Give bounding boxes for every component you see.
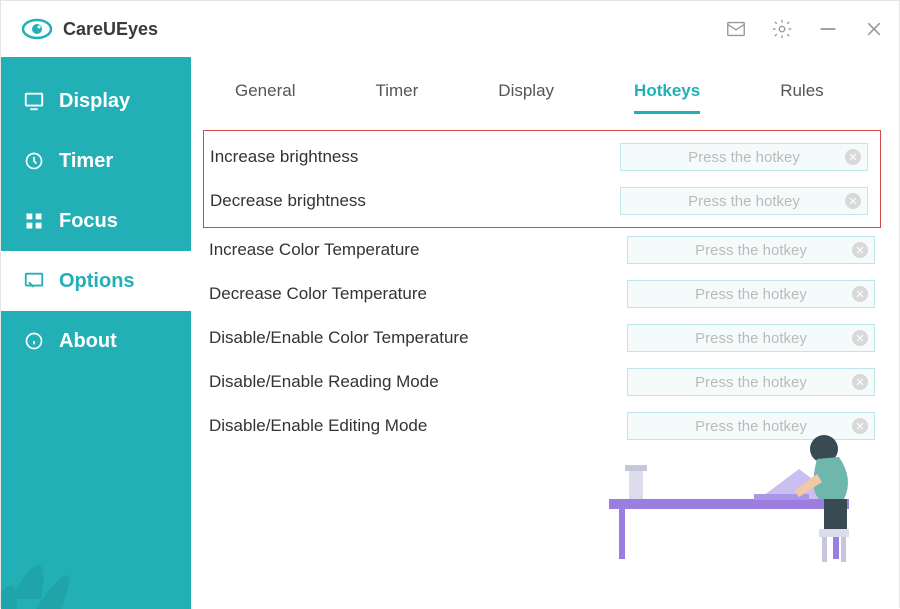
sidebar-item-label: Timer [59, 150, 113, 173]
hotkey-label: Disable/Enable Reading Mode [209, 372, 439, 392]
clear-hotkey-icon[interactable]: ✕ [845, 193, 861, 209]
hotkey-row: Decrease Color Temperature ✕ [191, 272, 899, 316]
sidebar-item-label: About [59, 330, 117, 353]
sidebar-item-options[interactable]: Options [1, 251, 191, 311]
sidebar: Display Timer Focus Options About [1, 57, 191, 609]
focus-icon [23, 210, 45, 232]
sidebar-item-label: Options [59, 270, 135, 293]
app-title: CareUEyes [63, 19, 158, 40]
hotkey-label: Decrease brightness [210, 191, 366, 211]
content-area: General Timer Display Hotkeys Rules Incr… [191, 57, 899, 609]
leaves-decoration-icon [1, 459, 151, 609]
hotkey-input[interactable] [628, 374, 874, 391]
minimize-button[interactable] [817, 18, 839, 40]
clear-hotkey-icon[interactable]: ✕ [852, 286, 868, 302]
tab-rules[interactable]: Rules [780, 81, 823, 114]
tab-timer[interactable]: Timer [375, 81, 418, 114]
hotkey-label: Increase Color Temperature [209, 240, 419, 260]
hotkey-input[interactable] [628, 242, 874, 259]
person-desk-illustration-icon [599, 399, 879, 579]
timer-icon [23, 150, 45, 172]
hotkey-row: Decrease brightness ✕ [204, 179, 874, 223]
hotkey-label: Disable/Enable Color Temperature [209, 328, 469, 348]
hotkey-label: Decrease Color Temperature [209, 284, 427, 304]
hotkey-input[interactable] [628, 330, 874, 347]
hotkey-input[interactable] [621, 193, 867, 210]
settings-icon[interactable] [771, 18, 793, 40]
hotkey-row: Disable/Enable Color Temperature ✕ [191, 316, 899, 360]
tabs: General Timer Display Hotkeys Rules [191, 57, 899, 114]
sidebar-item-about[interactable]: About [1, 311, 191, 371]
clear-hotkey-icon[interactable]: ✕ [852, 242, 868, 258]
window-controls [725, 18, 885, 40]
hotkey-label: Disable/Enable Editing Mode [209, 416, 427, 436]
clear-hotkey-icon[interactable]: ✕ [845, 149, 861, 165]
close-button[interactable] [863, 18, 885, 40]
feedback-icon[interactable] [725, 18, 747, 40]
about-icon [23, 330, 45, 352]
hotkey-input[interactable] [628, 286, 874, 303]
app-logo-icon [21, 13, 53, 45]
tab-general[interactable]: General [235, 81, 295, 114]
hotkey-label: Increase brightness [210, 147, 358, 167]
sidebar-item-display[interactable]: Display [1, 71, 191, 131]
hotkey-row: Disable/Enable Reading Mode ✕ [191, 360, 899, 404]
hotkey-field[interactable]: ✕ [620, 187, 868, 215]
brand: CareUEyes [21, 13, 158, 45]
tab-display[interactable]: Display [498, 81, 554, 114]
sidebar-item-label: Focus [59, 210, 118, 233]
hotkey-row: Increase Color Temperature ✕ [191, 228, 899, 272]
hotkey-field[interactable]: ✕ [627, 236, 875, 264]
display-icon [23, 90, 45, 112]
hotkey-field[interactable]: ✕ [627, 280, 875, 308]
sidebar-item-timer[interactable]: Timer [1, 131, 191, 191]
hotkey-input[interactable] [621, 149, 867, 166]
clear-hotkey-icon[interactable]: ✕ [852, 374, 868, 390]
sidebar-item-focus[interactable]: Focus [1, 191, 191, 251]
highlight-box: Increase brightness ✕ Decrease brightnes… [203, 130, 881, 228]
options-icon [23, 270, 45, 292]
hotkey-field[interactable]: ✕ [627, 324, 875, 352]
hotkey-field[interactable]: ✕ [627, 368, 875, 396]
title-bar: CareUEyes [1, 1, 899, 57]
hotkey-row: Increase brightness ✕ [204, 135, 874, 179]
sidebar-item-label: Display [59, 90, 130, 113]
hotkey-field[interactable]: ✕ [620, 143, 868, 171]
tab-hotkeys[interactable]: Hotkeys [634, 81, 700, 114]
clear-hotkey-icon[interactable]: ✕ [852, 330, 868, 346]
